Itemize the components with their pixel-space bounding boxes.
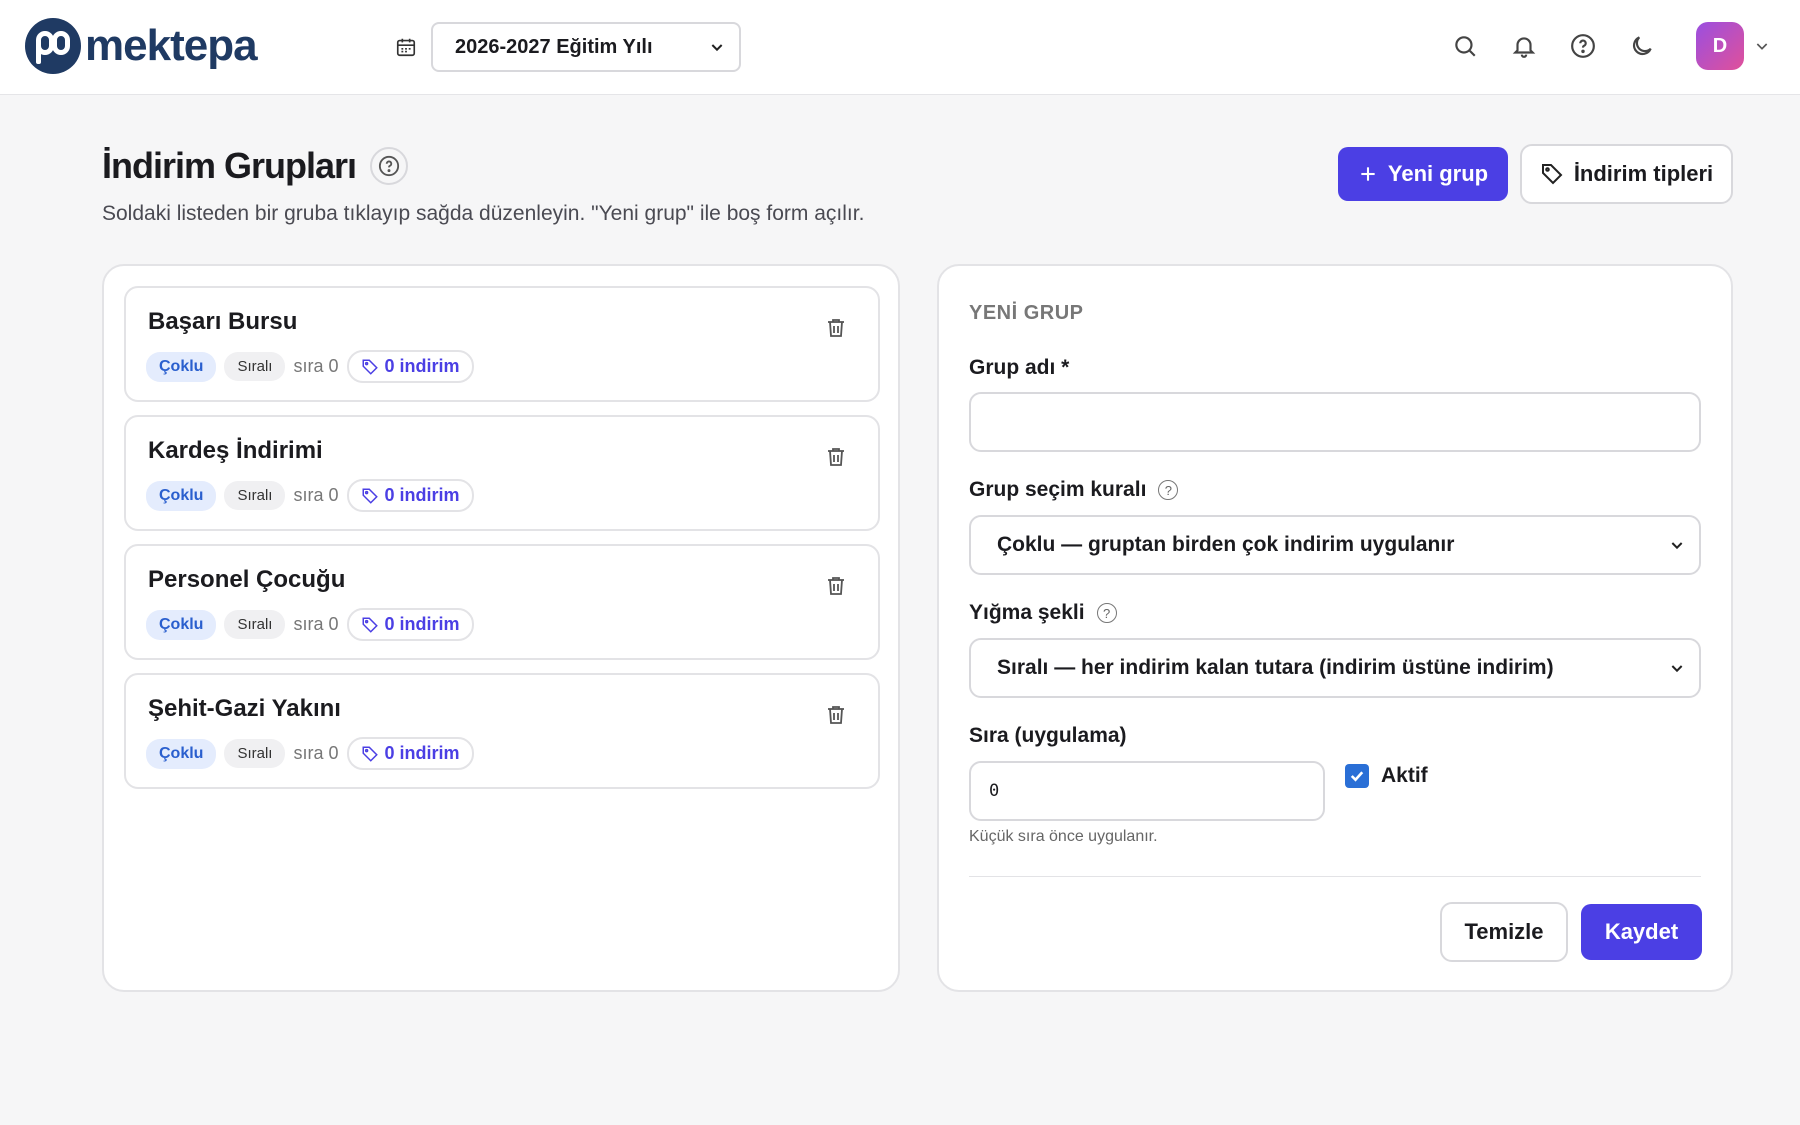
order-label-text: Sıra (uygulama) (969, 724, 1127, 747)
group-card[interactable]: Personel Çocuğu Çoklu Sıralı sıra 0 0 in… (124, 544, 880, 660)
stack-label-text: Yığma şekli (969, 601, 1085, 624)
group-name: Şehit-Gazi Yakını (148, 695, 341, 722)
chevron-down-icon (1756, 43, 1768, 50)
rule-label: Grup seçim kuralı ? (969, 478, 1179, 502)
chevron-down-icon (711, 44, 723, 52)
help-icon[interactable] (1570, 33, 1596, 59)
stack-select-value: Sıralı — her indirim kalan tutara (indir… (997, 656, 1554, 679)
discount-types-label: İndirim tipleri (1573, 161, 1714, 186)
year-selector: 2026-2027 Eğitim Yılı (395, 22, 741, 72)
logo-text: mektepa (85, 21, 258, 70)
new-group-button[interactable]: Yeni grup (1338, 147, 1508, 201)
group-list-panel: Başarı Bursu Çoklu Sıralı sıra 0 0 indir… (102, 264, 900, 992)
group-card[interactable]: Başarı Bursu Çoklu Sıralı sıra 0 0 indir… (124, 286, 880, 402)
chevron-down-icon (1671, 665, 1683, 673)
avatar: D (1696, 22, 1744, 70)
form-divider (969, 876, 1701, 877)
discount-types-button[interactable]: İndirim tipleri (1520, 144, 1733, 204)
chevron-down-icon (1671, 542, 1683, 550)
order-input-value: 0 (989, 781, 1000, 801)
trash-icon[interactable] (824, 316, 848, 340)
page-title-area: İndirim Grupları (102, 145, 409, 187)
help-icon[interactable]: ? (1096, 603, 1117, 623)
trash-icon[interactable] (824, 574, 848, 598)
tag-icon (1541, 164, 1563, 185)
discount-count-badge[interactable]: 0 indirim (346, 737, 474, 770)
tag-icon (362, 617, 378, 633)
year-select[interactable]: 2026-2027 Eğitim Yılı (431, 22, 741, 72)
group-tags: Çoklu Sıralı sıra 0 0 indirim (146, 737, 474, 770)
active-checkbox[interactable] (1345, 764, 1369, 788)
bell-icon[interactable] (1511, 33, 1537, 59)
discount-count: 0 indirim (384, 356, 460, 376)
header-actions: D (1452, 22, 1770, 70)
rule-select[interactable]: Çoklu — gruptan birden çok indirim uygul… (969, 515, 1701, 575)
year-select-value: 2026-2027 Eğitim Yılı (455, 35, 653, 58)
trash-icon[interactable] (824, 445, 848, 469)
group-card[interactable]: Kardeş İndirimi Çoklu Sıralı sıra 0 0 in… (124, 415, 880, 531)
discount-count-badge[interactable]: 0 indirim (346, 350, 474, 383)
group-tags: Çoklu Sıralı sıra 0 0 indirim (146, 479, 474, 512)
rule-badge: Çoklu (146, 480, 217, 511)
order-text: sıra 0 (293, 356, 339, 376)
rule-select-value: Çoklu — gruptan birden çok indirim uygul… (997, 533, 1455, 556)
tag-icon (362, 359, 378, 375)
top-bar: mektepa 2026-2027 Eğitim Yılı D (0, 0, 1800, 95)
order-text: sıra 0 (293, 743, 339, 763)
group-name: Başarı Bursu (148, 308, 298, 335)
active-label: Aktif (1381, 764, 1428, 787)
check-icon (1350, 771, 1364, 782)
clear-button[interactable]: Temizle (1440, 902, 1568, 962)
tag-icon (362, 746, 378, 762)
rule-badge: Çoklu (146, 351, 217, 382)
stack-label: Yığma şekli ? (969, 601, 1117, 625)
logo-mark-icon (25, 18, 81, 74)
discount-count: 0 indirim (384, 485, 460, 505)
group-name: Kardeş İndirimi (148, 437, 323, 464)
group-form-panel: YENİ GRUP Grup adı * Grup seçim kuralı ?… (937, 264, 1733, 992)
stack-badge: Sıralı (224, 739, 286, 768)
trash-icon[interactable] (824, 703, 848, 727)
rule-badge: Çoklu (146, 609, 217, 640)
group-tags: Çoklu Sıralı sıra 0 0 indirim (146, 350, 474, 383)
stack-badge: Sıralı (224, 352, 286, 381)
active-toggle[interactable]: Aktif (1345, 764, 1428, 788)
stack-badge: Sıralı (224, 481, 286, 510)
user-menu[interactable]: D (1696, 22, 1770, 70)
group-name: Personel Çocuğu (148, 566, 346, 593)
search-icon[interactable] (1452, 33, 1478, 59)
help-icon[interactable]: ? (1158, 480, 1179, 500)
help-icon[interactable] (370, 147, 409, 185)
app-logo[interactable]: mektepa (25, 18, 258, 74)
discount-count-badge[interactable]: 0 indirim (346, 479, 474, 512)
group-name-label-text: Grup adı * (969, 356, 1070, 379)
discount-count: 0 indirim (384, 743, 460, 763)
rule-badge: Çoklu (146, 738, 217, 769)
form-heading: YENİ GRUP (969, 302, 1084, 324)
group-tags: Çoklu Sıralı sıra 0 0 indirim (146, 608, 474, 641)
stack-badge: Sıralı (224, 610, 286, 639)
page-title: İndirim Grupları (102, 145, 357, 186)
group-card[interactable]: Şehit-Gazi Yakını Çoklu Sıralı sıra 0 0 … (124, 673, 880, 789)
discount-count: 0 indirim (384, 614, 460, 634)
save-button[interactable]: Kaydet (1581, 904, 1702, 960)
order-hint: Küçük sıra önce uygulanır. (969, 828, 1158, 845)
moon-icon[interactable] (1629, 33, 1655, 59)
order-text: sıra 0 (293, 485, 339, 505)
stack-select[interactable]: Sıralı — her indirim kalan tutara (indir… (969, 638, 1701, 698)
discount-count-badge[interactable]: 0 indirim (346, 608, 474, 641)
plus-icon (1361, 167, 1375, 181)
group-name-input[interactable] (969, 392, 1701, 452)
order-label: Sıra (uygulama) (969, 724, 1127, 748)
calendar-icon (396, 38, 416, 57)
group-name-label: Grup adı * (969, 356, 1069, 380)
order-input[interactable]: 0 (969, 761, 1325, 821)
rule-label-text: Grup seçim kuralı (969, 478, 1147, 501)
tag-icon (362, 488, 378, 504)
page-subtitle: Soldaki listeden bir gruba tıklayıp sağd… (102, 202, 865, 225)
order-text: sıra 0 (293, 614, 339, 634)
new-group-label: Yeni grup (1387, 161, 1489, 186)
